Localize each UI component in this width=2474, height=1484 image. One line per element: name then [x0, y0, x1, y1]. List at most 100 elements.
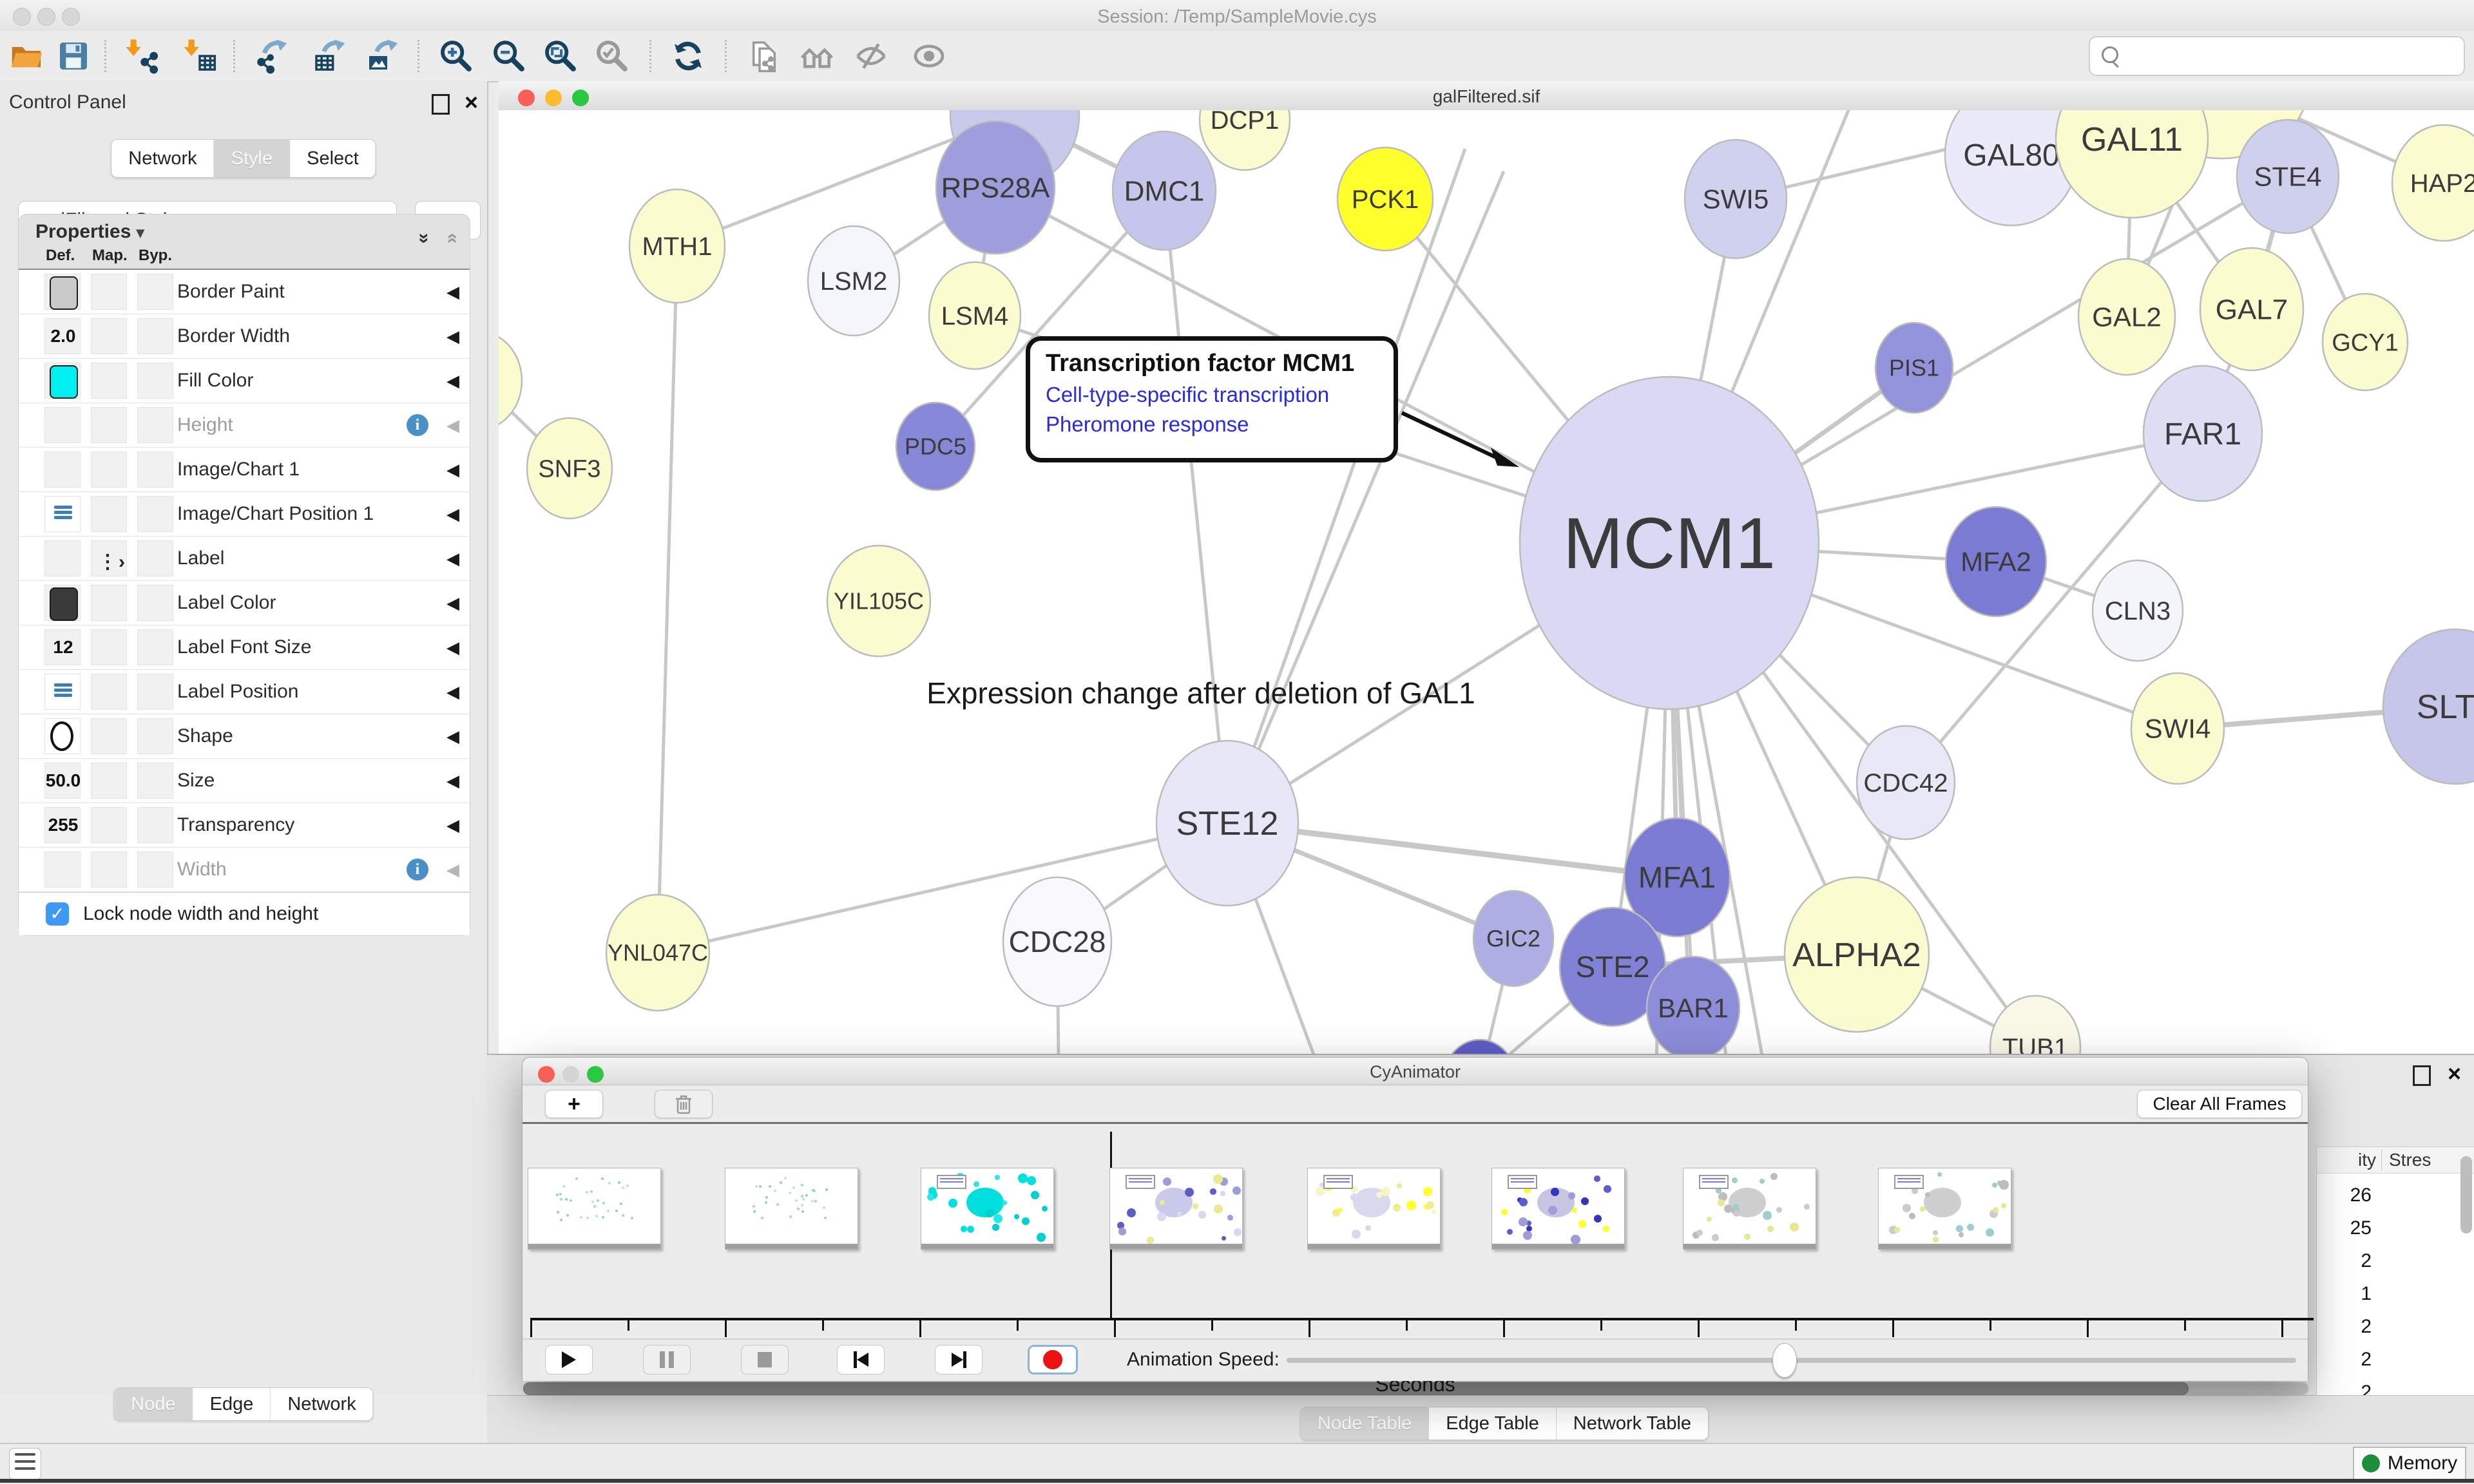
tab-network[interactable]: Network — [111, 140, 214, 177]
pause-button[interactable] — [643, 1345, 691, 1375]
property-row-border-paint[interactable]: Border Paint◀ — [19, 270, 470, 314]
default-value-cell[interactable]: 2.0 — [44, 318, 81, 354]
node-snf3[interactable]: SNF3 — [527, 418, 612, 518]
collapse-all-icon[interactable]: » — [434, 233, 469, 244]
property-row-size[interactable]: 50.0Size◀ — [19, 759, 470, 803]
node-ynl047c[interactable]: YNL047C — [606, 895, 709, 1011]
skip-to-end-button[interactable] — [935, 1345, 983, 1375]
default-value-cell[interactable] — [44, 407, 81, 443]
mapping-cell[interactable] — [91, 674, 127, 710]
mapping-cell[interactable]: ⋮› — [91, 540, 127, 576]
bypass-cell[interactable] — [137, 452, 173, 488]
expand-row-icon[interactable]: ◀ — [446, 759, 459, 803]
node-ste4[interactable]: STE4 — [2237, 120, 2339, 233]
node-alpha2[interactable]: ALPHA2 — [1785, 877, 1929, 1032]
node-lsm4[interactable]: LSM4 — [929, 262, 1021, 369]
export-table-icon[interactable] — [312, 38, 348, 74]
node-pdc5[interactable]: PDC5 — [896, 403, 975, 490]
bypass-cell[interactable] — [137, 407, 173, 443]
refresh-view-icon[interactable] — [670, 38, 706, 74]
frame-thumbnail-5[interactable] — [1491, 1168, 1625, 1250]
default-value-cell[interactable] — [44, 851, 81, 888]
column-centrality[interactable]: ity — [2317, 1147, 2376, 1173]
node-pis1[interactable]: PIS1 — [1875, 323, 1953, 413]
mapping-cell[interactable] — [91, 318, 127, 354]
export-image-icon[interactable] — [365, 38, 401, 74]
skip-to-start-button[interactable] — [837, 1345, 885, 1375]
tab-node-table[interactable]: Node Table — [1301, 1407, 1429, 1440]
bypass-cell[interactable] — [137, 318, 173, 354]
frame-thumbnail-0[interactable] — [528, 1168, 661, 1250]
mapping-cell[interactable] — [91, 629, 127, 665]
table-scrollbar[interactable] — [2460, 1156, 2472, 1233]
node-gal2[interactable]: GAL2 — [2078, 259, 2175, 375]
default-value-cell[interactable]: 12 — [44, 629, 81, 665]
table-cell[interactable]: 2 — [2317, 1316, 2372, 1338]
default-value-cell[interactable] — [44, 452, 81, 488]
mapping-cell[interactable] — [91, 274, 127, 310]
zoom-out-icon[interactable] — [491, 38, 527, 74]
property-row-width[interactable]: Widthi◀ — [19, 848, 470, 892]
mapping-cell[interactable] — [91, 363, 127, 399]
zoom-fit-icon[interactable] — [542, 38, 579, 74]
import-network-icon[interactable] — [124, 38, 160, 74]
bypass-cell[interactable] — [137, 363, 173, 399]
frame-thumbnail-7[interactable] — [1878, 1168, 2011, 1250]
edge[interactable] — [658, 246, 677, 953]
timeline[interactable]: 0123456789 Seconds — [523, 1124, 2308, 1338]
edge[interactable] — [1227, 149, 1465, 823]
expand-row-icon[interactable]: ◀ — [446, 492, 459, 536]
node-gcy1[interactable]: GCY1 — [2323, 294, 2408, 390]
node-swi4[interactable]: SWI4 — [2131, 673, 2224, 784]
info-icon[interactable]: i — [407, 859, 428, 880]
default-value-cell[interactable] — [44, 274, 81, 310]
node-mcm1[interactable]: MCM1 — [1520, 377, 1819, 709]
table-panel-float-icon[interactable] — [2413, 1065, 2431, 1086]
bypass-cell[interactable] — [137, 763, 173, 799]
tab-network-style[interactable]: Network — [271, 1388, 372, 1420]
search-input[interactable] — [2089, 36, 2465, 76]
control-panel-close-icon[interactable]: × — [465, 89, 478, 116]
default-value-cell[interactable] — [44, 718, 81, 754]
table-cell[interactable]: 2 — [2317, 1250, 2372, 1272]
network-window-titlebar[interactable]: galFiltered.sif — [499, 81, 2474, 111]
default-value-cell[interactable] — [44, 363, 81, 399]
expand-row-icon[interactable]: ◀ — [446, 803, 459, 847]
bypass-cell[interactable] — [137, 496, 173, 532]
stop-button[interactable] — [741, 1345, 789, 1375]
property-row-label-position[interactable]: Label Position◀ — [19, 670, 470, 714]
node-rps28a[interactable]: RPS28A — [936, 121, 1055, 254]
tab-edge[interactable]: Edge — [193, 1388, 271, 1420]
node-lsm2[interactable]: LSM2 — [808, 226, 899, 336]
edge[interactable] — [658, 823, 1227, 953]
table-cell[interactable]: 25 — [2317, 1217, 2372, 1239]
node-cln3[interactable]: CLN3 — [2093, 560, 2183, 661]
add-frame-button[interactable]: + — [545, 1090, 603, 1118]
edge[interactable] — [1164, 191, 1227, 823]
memory-button[interactable]: Memory — [2353, 1447, 2466, 1480]
mapping-cell[interactable] — [91, 407, 127, 443]
property-row-label-font-size[interactable]: 12Label Font Size◀ — [19, 625, 470, 670]
table-cell[interactable]: 2 — [2317, 1349, 2372, 1371]
mapping-cell[interactable] — [91, 496, 127, 532]
mapping-cell[interactable] — [91, 452, 127, 488]
tab-network-table[interactable]: Network Table — [1557, 1407, 1708, 1440]
expand-row-icon[interactable]: ◀ — [446, 270, 459, 314]
bypass-cell[interactable] — [137, 629, 173, 665]
bypass-cell[interactable] — [137, 851, 173, 888]
table-cell[interactable]: 1 — [2317, 1283, 2372, 1305]
record-button[interactable] — [1028, 1345, 1078, 1375]
property-row-image-chart-1[interactable]: Image/Chart 1◀ — [19, 448, 470, 492]
node-gic2[interactable]: GIC2 — [1473, 891, 1553, 986]
lock-checkbox[interactable]: ✓ — [46, 902, 69, 926]
network-canvas[interactable]: DCP1GAL80GAL11RPS28ADMC1PCK1SWI5STE4HAP2… — [499, 110, 2474, 1054]
default-value-cell[interactable] — [44, 585, 81, 621]
hide-selected-icon[interactable] — [853, 38, 889, 74]
edge[interactable] — [1227, 171, 1504, 823]
expand-row-icon[interactable]: ◀ — [446, 714, 459, 758]
node-slt2[interactable]: SLT2 — [2383, 629, 2474, 784]
default-value-cell[interactable] — [44, 674, 81, 710]
bypass-cell[interactable] — [137, 540, 173, 576]
frame-thumbnail-2[interactable] — [921, 1168, 1054, 1250]
node-mth1[interactable]: MTH1 — [629, 189, 725, 303]
